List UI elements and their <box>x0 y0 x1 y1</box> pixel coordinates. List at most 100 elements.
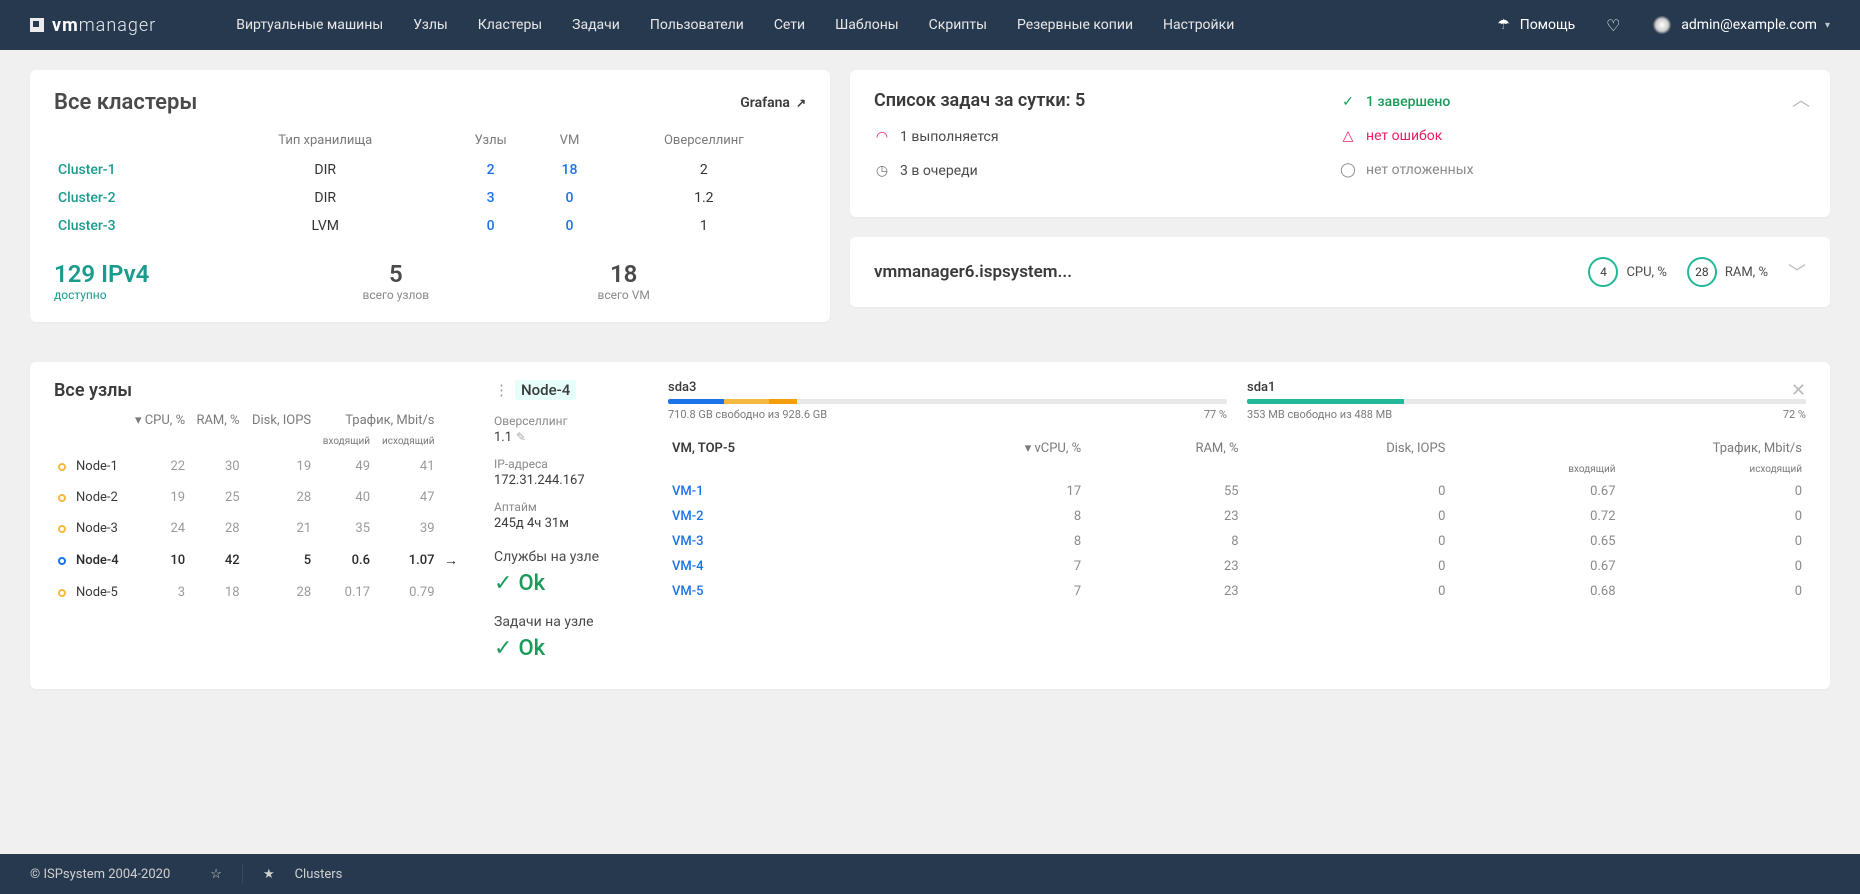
nodes-header[interactable]: ▾ CPU, % <box>127 409 189 432</box>
nodes-detail-card: Все узлы ▾ CPU, %RAM, %Disk, IOPSТрафик,… <box>30 362 1830 689</box>
cell-in: 0.6 <box>315 544 374 577</box>
cell-cpu: 3 <box>127 577 189 608</box>
nav-item-6[interactable]: Шаблоны <box>835 17 899 33</box>
star-filled-icon[interactable]: ★ <box>263 867 275 882</box>
cell-cpu: 22 <box>127 451 189 482</box>
cell-in: 49 <box>315 451 374 482</box>
nodes-label: всего узлов <box>282 288 510 302</box>
drag-handle-icon[interactable]: ⋮ <box>494 381 509 399</box>
node-row[interactable]: Node-4104250.61.07→ <box>54 544 462 577</box>
disk-free: 353 MB свободно из 488 MB <box>1247 408 1392 421</box>
edit-icon[interactable]: ✎ <box>516 430 526 444</box>
cell-out: 41 <box>374 451 439 482</box>
nodes-header[interactable]: RAM, % <box>189 409 243 432</box>
cell-nodes[interactable]: 3 <box>487 190 495 206</box>
cell-vm[interactable]: 0 <box>566 218 574 234</box>
nav-item-2[interactable]: Кластеры <box>478 17 542 33</box>
help-link[interactable]: ☂ Помощь <box>1496 17 1576 33</box>
footer-clusters[interactable]: Clusters <box>295 867 343 882</box>
cell-nodes[interactable]: 2 <box>487 162 495 178</box>
disk-pct: 77 % <box>1204 408 1227 421</box>
chevron-down-icon: ▾ <box>1825 20 1830 31</box>
task-nodelay-label: нет отложенных <box>1366 162 1474 178</box>
nav-item-7[interactable]: Скрипты <box>929 17 987 33</box>
nodes-header[interactable] <box>54 409 127 432</box>
cell-storage: DIR <box>207 156 444 184</box>
traffic-in-label: входящий <box>315 432 374 451</box>
cell-out: 0.79 <box>374 577 439 608</box>
node-row[interactable]: Node-5318280.170.79 <box>54 577 462 608</box>
cell-in: 0.17 <box>315 577 374 608</box>
vm-row: VM-38800.650 <box>668 529 1806 554</box>
cluster-link[interactable]: Cluster-3 <box>58 218 116 234</box>
nav-item-3[interactable]: Задачи <box>572 17 620 33</box>
vms-header-traffic: Трафик, Mbit/s <box>1449 437 1806 460</box>
cell-vm[interactable]: 0 <box>566 190 574 206</box>
tasks-ok: ✓Ok <box>494 636 644 661</box>
disk-name: sda1 <box>1247 380 1806 395</box>
disk-block: sda3710.8 GB свободно из 928.6 GB77 % <box>668 380 1227 421</box>
cell-ram: 42 <box>189 544 243 577</box>
cell-disk: 0 <box>1243 554 1450 579</box>
task-done-label: 1 завершено <box>1366 94 1450 110</box>
vm-link[interactable]: VM-4 <box>672 559 704 574</box>
vm-link[interactable]: VM-3 <box>672 534 704 549</box>
cell-disk: 0 <box>1243 479 1450 504</box>
nav-item-4[interactable]: Пользователи <box>650 17 744 33</box>
vms-header[interactable]: ▾ vCPU, % <box>887 437 1085 460</box>
kv-uptime: Аптайм 245д 4ч 31м <box>494 500 644 531</box>
nav-item-1[interactable]: Узлы <box>413 17 448 33</box>
cluster-link[interactable]: Cluster-2 <box>58 190 116 206</box>
nodes-header[interactable]: Disk, IOPS <box>244 409 316 432</box>
cluster-row: Cluster-3LVM001 <box>54 212 806 240</box>
services-ok: ✓Ok <box>494 571 644 596</box>
overselling-value: 1.1 <box>494 430 512 445</box>
vms-header[interactable]: Disk, IOPS <box>1243 437 1450 460</box>
cluster-row: Cluster-1DIR2182 <box>54 156 806 184</box>
nodes-header-traffic: Трафик, Mbit/s <box>315 409 438 432</box>
cell-disk: 21 <box>244 513 316 544</box>
user-menu[interactable]: admin@example.com ▾ <box>1651 14 1830 36</box>
vm-link[interactable]: VM-5 <box>672 584 704 599</box>
expand-icon[interactable]: ﹀ <box>1788 259 1806 285</box>
tasks-card: ︿ Список задач за сутки: 5 ◠ 1 выполняет… <box>850 70 1830 217</box>
logo[interactable]: vmmanager <box>30 15 156 36</box>
cell-ram: 18 <box>189 577 243 608</box>
cell-vcpu: 8 <box>887 504 1085 529</box>
nav-item-0[interactable]: Виртуальные машины <box>236 17 383 33</box>
vm-in-label: входящий <box>1449 460 1619 479</box>
node-row[interactable]: Node-21925284047 <box>54 482 462 513</box>
kv-overselling: Оверселлинг 1.1✎ <box>494 414 644 445</box>
nav-item-5[interactable]: Сети <box>774 17 805 33</box>
cell-ram: 28 <box>189 513 243 544</box>
task-running: ◠ 1 выполняется <box>874 129 1340 145</box>
vm-row: VM-472300.670 <box>668 554 1806 579</box>
star-outline-icon[interactable]: ☆ <box>210 867 222 882</box>
vm-link[interactable]: VM-1 <box>672 484 704 499</box>
host-card: vmmanager6.ispsystem... 4 CPU, % 28 RAM,… <box>850 237 1830 307</box>
cell-nodes[interactable]: 0 <box>487 218 495 234</box>
spinner-icon: ◠ <box>874 129 890 145</box>
node-row[interactable]: Node-32428213539 <box>54 513 462 544</box>
bell-icon[interactable]: ♡ <box>1605 17 1621 33</box>
close-icon[interactable]: ✕ <box>1791 380 1806 401</box>
cell-vm[interactable]: 18 <box>562 162 578 178</box>
cell-ram: 23 <box>1085 504 1242 529</box>
cpu-ring: 4 <box>1588 257 1618 287</box>
vms-header[interactable]: RAM, % <box>1085 437 1242 460</box>
detail-node-name: Node-4 <box>515 380 576 400</box>
uptime-value: 245д 4ч 31м <box>494 516 644 531</box>
pause-circle-icon: ◯ <box>1340 162 1356 178</box>
cell-in: 0.65 <box>1449 529 1619 554</box>
task-queued-label: 3 в очереди <box>900 163 978 179</box>
cell-ram: 8 <box>1085 529 1242 554</box>
nav-item-8[interactable]: Резервные копии <box>1017 17 1133 33</box>
nav-item-9[interactable]: Настройки <box>1163 17 1234 33</box>
collapse-icon[interactable]: ︿ <box>1792 86 1810 112</box>
node-row[interactable]: Node-12230194941 <box>54 451 462 482</box>
status-dot-icon <box>58 494 66 502</box>
cell-cpu: 10 <box>127 544 189 577</box>
cluster-link[interactable]: Cluster-1 <box>58 162 116 178</box>
grafana-link[interactable]: Grafana ↗ <box>740 95 806 111</box>
vm-link[interactable]: VM-2 <box>672 509 704 524</box>
